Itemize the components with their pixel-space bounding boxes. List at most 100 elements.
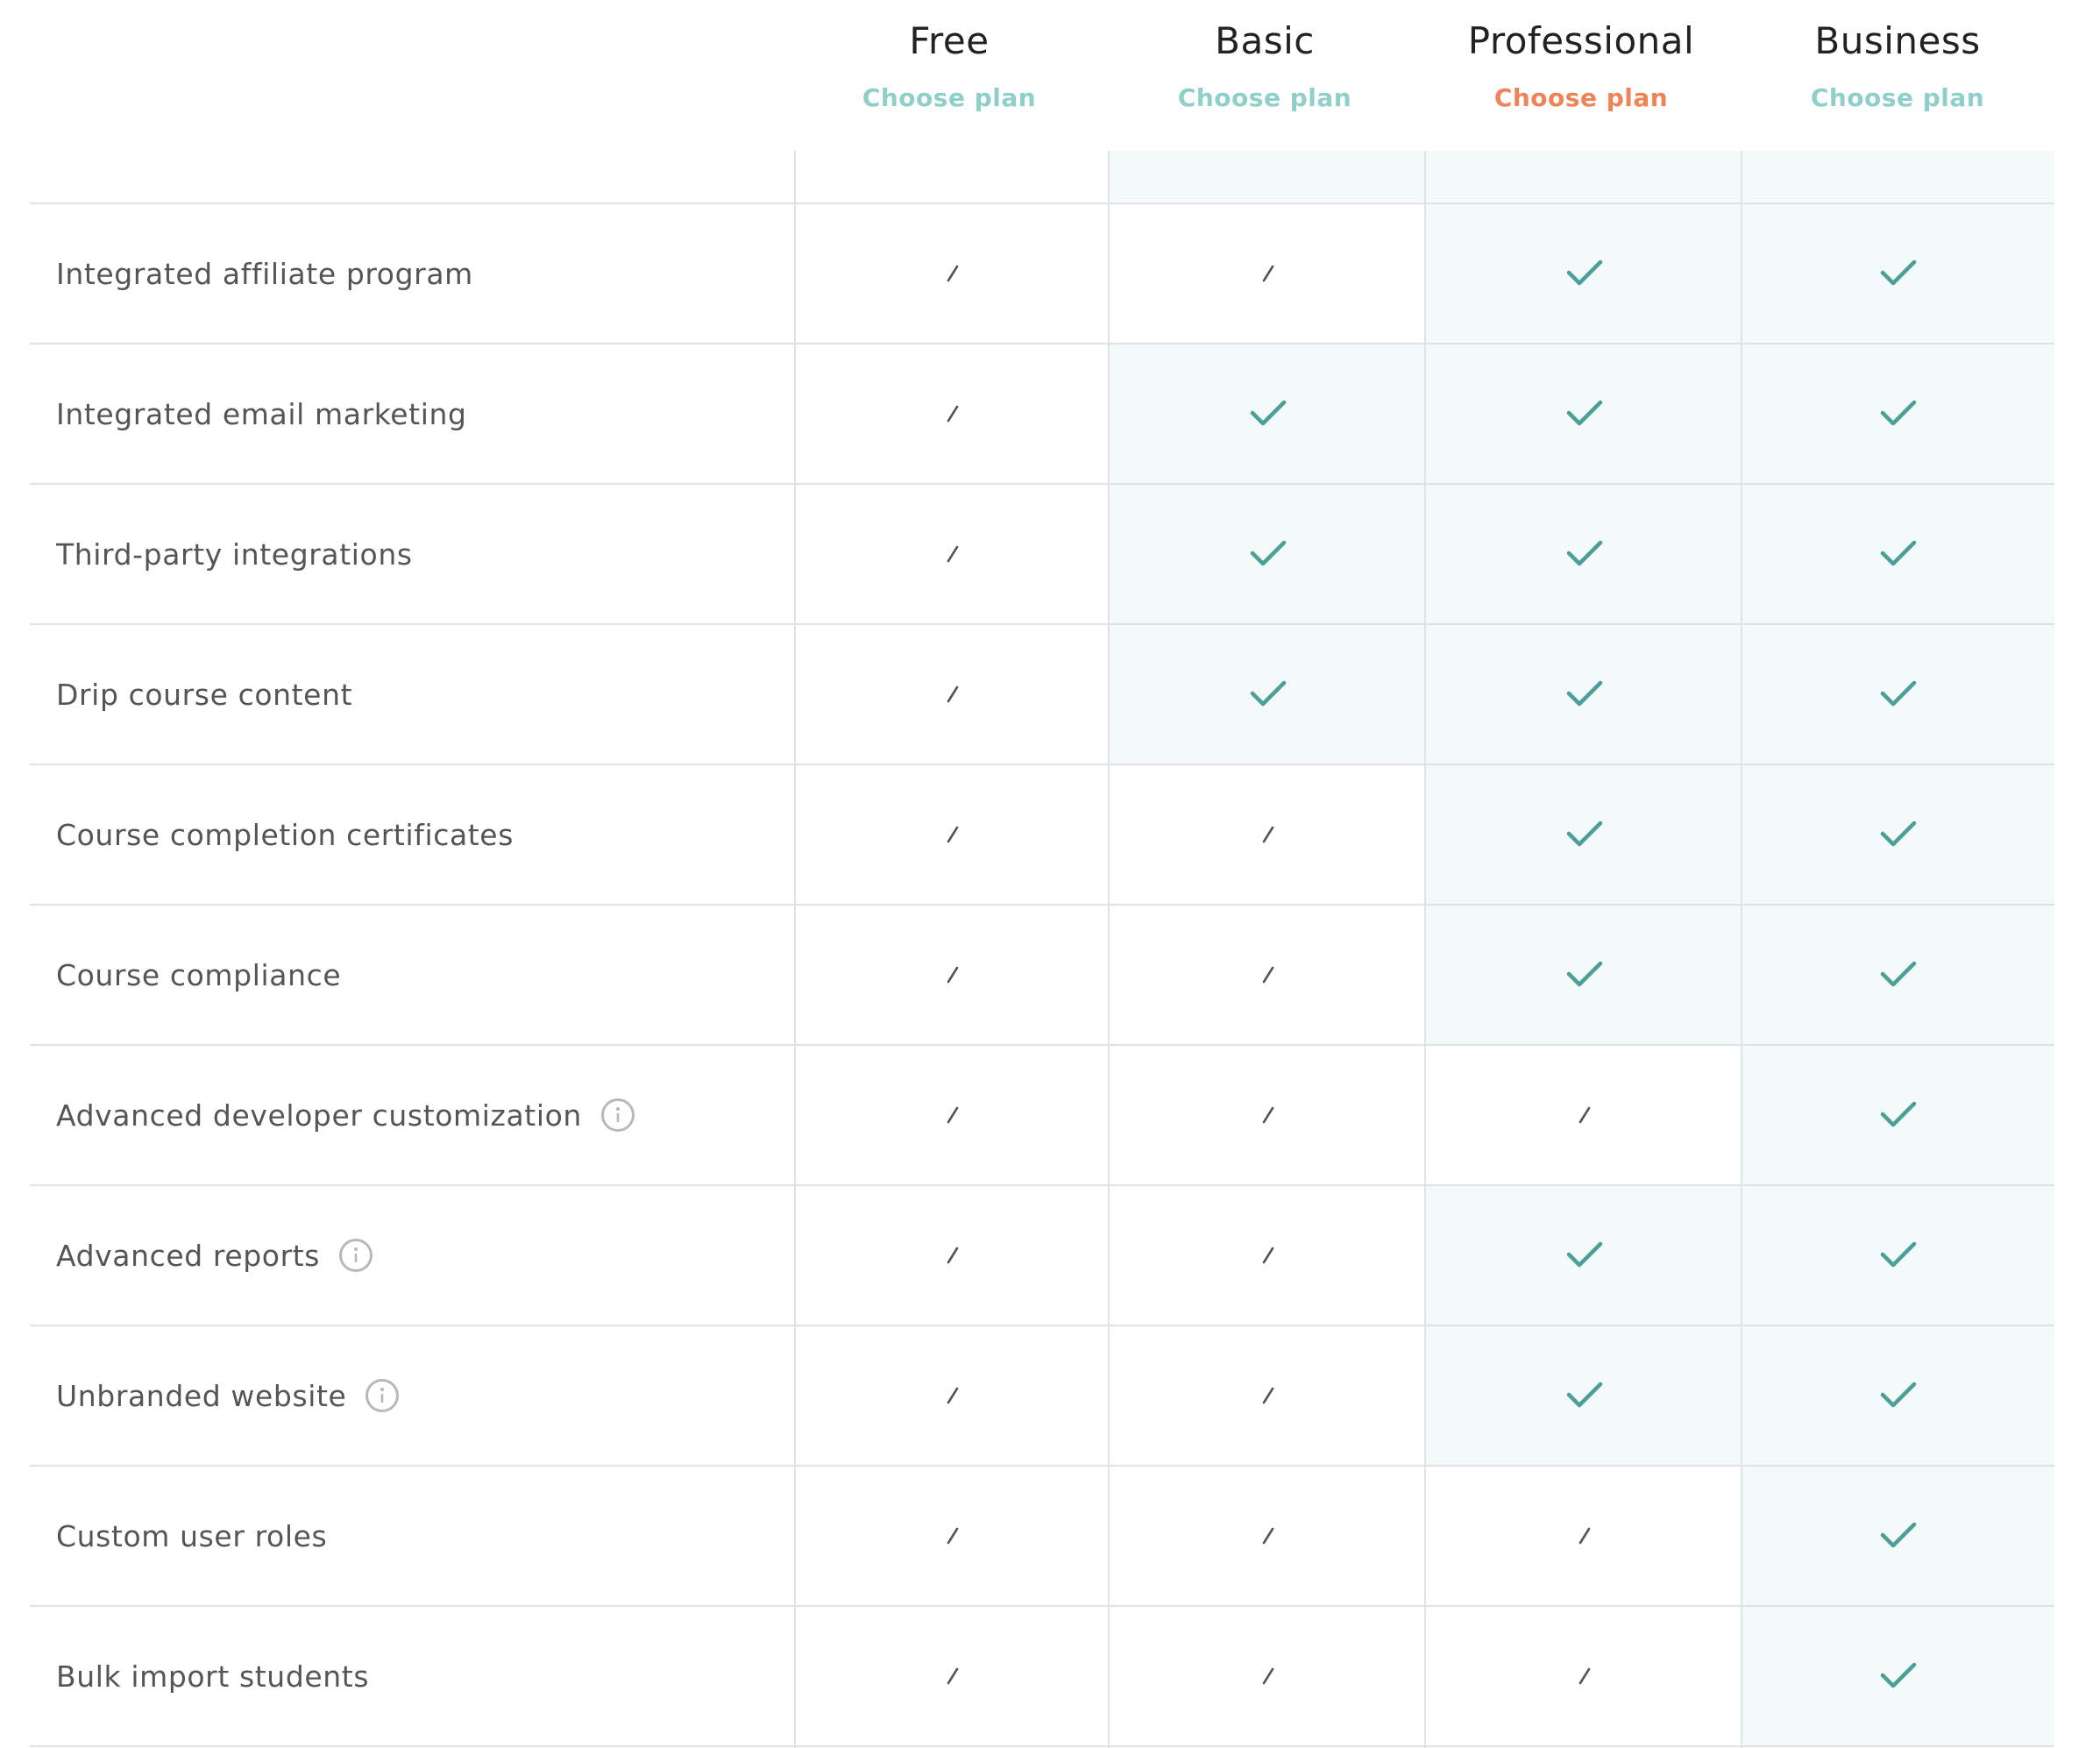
feature-label-wrap: Custom user roles — [56, 1466, 327, 1606]
dash-icon — [947, 966, 958, 984]
info-icon[interactable] — [365, 1379, 400, 1412]
feature-row: Integrated affiliate program — [30, 203, 2054, 344]
feature-cell — [794, 764, 1110, 905]
feature-label: Advanced reports — [56, 1238, 321, 1273]
dash-icon — [1262, 1667, 1273, 1685]
check-icon — [1250, 400, 1286, 426]
feature-row: Advanced reports — [30, 1185, 2054, 1325]
info-icon[interactable] — [339, 1239, 373, 1272]
feature-label: Advanced developer customization — [56, 1098, 582, 1133]
feature-cell — [794, 1185, 1110, 1325]
feature-cell — [794, 1466, 1110, 1606]
feature-cell — [794, 624, 1110, 764]
check-icon — [1880, 1382, 1917, 1408]
feature-cell — [1110, 1185, 1426, 1325]
feature-row: Integrated email marketing — [30, 344, 2054, 484]
row-divider — [30, 203, 2054, 204]
feature-cell — [1110, 764, 1426, 905]
column-divider — [1108, 151, 1110, 1748]
feature-cell — [1110, 203, 1426, 344]
feature-cell — [1742, 1185, 2054, 1325]
feature-cell — [1742, 1045, 2054, 1185]
row-divider — [30, 1184, 2054, 1186]
choose-plan-link[interactable]: Choose plan — [1811, 83, 1984, 112]
feature-row: Custom user roles — [30, 1466, 2054, 1606]
check-icon — [1566, 540, 1602, 566]
check-icon — [1880, 540, 1917, 566]
feature-cell — [1742, 624, 2054, 764]
plan-name: Free — [909, 19, 990, 62]
check-icon — [1566, 1241, 1602, 1268]
feature-cell — [1742, 1606, 2054, 1746]
row-divider — [30, 764, 2054, 765]
feature-row: Third-party integrations — [30, 484, 2054, 624]
feature-cell — [1742, 1466, 2054, 1606]
row-divider — [30, 1745, 2054, 1747]
feature-label-wrap: Integrated email marketing — [56, 344, 467, 484]
check-icon — [1880, 259, 1917, 286]
plan-header-0: Free Choose plan — [791, 0, 1107, 151]
feature-cell — [1110, 1045, 1426, 1185]
dash-icon — [947, 1387, 958, 1404]
feature-row: Bulk import students — [30, 1606, 2054, 1746]
check-icon — [1566, 1382, 1602, 1408]
column-divider — [1424, 151, 1426, 1748]
plan-header-2: Professional Choose plan — [1423, 0, 1739, 151]
info-icon[interactable] — [600, 1098, 635, 1132]
dash-icon — [947, 1247, 958, 1264]
feature-cell — [794, 1045, 1110, 1185]
dash-icon — [947, 265, 958, 282]
feature-label-wrap: Course completion certificates — [56, 764, 514, 905]
row-divider — [30, 1605, 2054, 1607]
feature-label-wrap: Advanced reports — [56, 1185, 373, 1325]
feature-label: Integrated affiliate program — [56, 256, 473, 291]
feature-cell — [1426, 1606, 1742, 1746]
dash-icon — [1579, 1527, 1590, 1545]
feature-label: Course compliance — [56, 957, 342, 992]
check-icon — [1566, 259, 1602, 286]
dash-icon — [1262, 1527, 1273, 1545]
choose-plan-link[interactable]: Choose plan — [1494, 83, 1668, 112]
feature-label-wrap: Unbranded website — [56, 1325, 400, 1466]
feature-cell — [1110, 905, 1426, 1045]
row-divider — [30, 1465, 2054, 1467]
header-shade — [1110, 151, 2054, 202]
dash-icon — [1262, 1106, 1273, 1124]
dash-icon — [947, 826, 958, 843]
row-divider — [30, 904, 2054, 906]
feature-cell — [1742, 203, 2054, 344]
feature-cell — [794, 1325, 1110, 1466]
check-icon — [1880, 1522, 1917, 1548]
feature-cell — [1742, 905, 2054, 1045]
dash-icon — [947, 686, 958, 703]
feature-label: Course completion certificates — [56, 817, 514, 852]
feature-cell — [1426, 905, 1742, 1045]
row-divider — [30, 623, 2054, 625]
feature-row: Advanced developer customization — [30, 1045, 2054, 1185]
dash-icon — [1579, 1667, 1590, 1685]
choose-plan-link[interactable]: Choose plan — [862, 83, 1036, 112]
feature-cell — [794, 203, 1110, 344]
check-icon — [1566, 400, 1602, 426]
check-icon — [1880, 1101, 1917, 1127]
feature-label: Unbranded website — [56, 1378, 347, 1413]
feature-label: Custom user roles — [56, 1518, 328, 1553]
choose-plan-link[interactable]: Choose plan — [1178, 83, 1352, 112]
check-icon — [1880, 400, 1917, 426]
feature-cell — [794, 344, 1110, 484]
check-icon — [1250, 540, 1286, 566]
feature-label-wrap: Advanced developer customization — [56, 1045, 635, 1185]
dash-icon — [1262, 1387, 1273, 1404]
column-divider — [794, 151, 796, 1748]
feature-cell — [1426, 484, 1742, 624]
feature-label: Bulk import students — [56, 1659, 370, 1694]
feature-cell — [1110, 484, 1426, 624]
row-divider — [30, 483, 2054, 485]
check-icon — [1566, 680, 1602, 707]
feature-cell — [1742, 344, 2054, 484]
row-divider — [30, 343, 2054, 345]
check-icon — [1880, 1662, 1917, 1688]
dash-icon — [1262, 826, 1273, 843]
check-icon — [1880, 961, 1917, 987]
feature-cell — [1742, 1325, 2054, 1466]
